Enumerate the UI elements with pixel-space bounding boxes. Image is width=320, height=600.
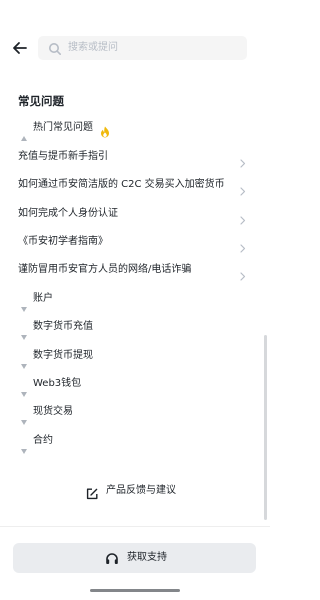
faq-category-label: 合约 [33,435,53,446]
faq-article-label: 充值与提币新手指引 [18,151,108,162]
faq-article-row[interactable]: 《币安初学者指南》 [0,228,270,256]
home-indicator [90,589,180,592]
caret-up-icon [21,126,27,141]
faq-category-label: Web3钱包 [33,378,82,389]
caret-down-icon [21,354,27,369]
faq-category-deposit[interactable]: 数字货币充值 [0,313,270,341]
hot-faq-group-label: 热门常见问题 [33,122,93,133]
get-support-label: 获取支持 [127,552,167,563]
faq-article-label: 谨防冒用币安官方人员的网络/电话诈骗 [18,264,192,275]
chevron-right-icon [240,153,246,168]
fire-icon [100,123,110,138]
search-icon [48,41,62,55]
search-input[interactable]: 搜索或提问 [38,36,247,60]
search-placeholder: 搜索或提问 [68,42,118,53]
chevron-right-icon [240,181,246,196]
back-arrow-icon[interactable] [11,40,29,56]
feedback-link[interactable]: 产品反馈与建议 [86,482,196,500]
caret-down-icon [21,439,27,454]
faq-section-title: 常见问题 [18,94,64,108]
bottom-divider [0,526,270,527]
caret-down-icon [21,410,27,425]
faq-category-label: 数字货币提现 [33,350,93,361]
chevron-right-icon [240,238,246,253]
edit-feedback-icon [86,485,98,500]
faq-category-account[interactable]: 账户 [0,285,270,313]
scrollbar-thumb[interactable] [264,335,267,520]
faq-category-withdrawal[interactable]: 数字货币提现 [0,342,270,370]
faq-category-futures[interactable]: 合约 [0,427,270,455]
chevron-right-icon [240,266,246,281]
faq-article-label: 如何通过币安简洁版的 C2C 交易买入加密货币 [18,179,225,190]
faq-article-label: 如何完成个人身份认证 [18,208,118,219]
faq-category-web3-wallet[interactable]: Web3钱包 [0,370,270,398]
faq-category-label: 账户 [33,293,53,304]
faq-category-label: 现货交易 [33,406,73,417]
caret-down-icon [21,382,27,397]
chevron-right-icon [240,210,246,225]
faq-article-label: 《币安初学者指南》 [18,236,108,247]
headset-icon [105,551,119,565]
faq-category-spot-trading[interactable]: 现货交易 [0,398,270,426]
faq-article-row[interactable]: 如何通过币安简洁版的 C2C 交易买入加密货币 [0,171,270,199]
faq-category-label: 数字货币充值 [33,321,93,332]
feedback-label: 产品反馈与建议 [106,485,176,496]
top-bar: 搜索或提问 [0,34,270,62]
faq-article-row[interactable]: 如何完成个人身份认证 [0,200,270,228]
faq-article-row[interactable]: 充值与提币新手指引 [0,143,270,171]
get-support-button[interactable]: 获取支持 [13,543,256,573]
caret-down-icon [21,297,27,312]
caret-down-icon [21,325,27,340]
hot-faq-group-toggle[interactable]: 热门常见问题 [0,114,270,142]
faq-article-row[interactable]: 谨防冒用币安官方人员的网络/电话诈骗 [0,256,270,284]
